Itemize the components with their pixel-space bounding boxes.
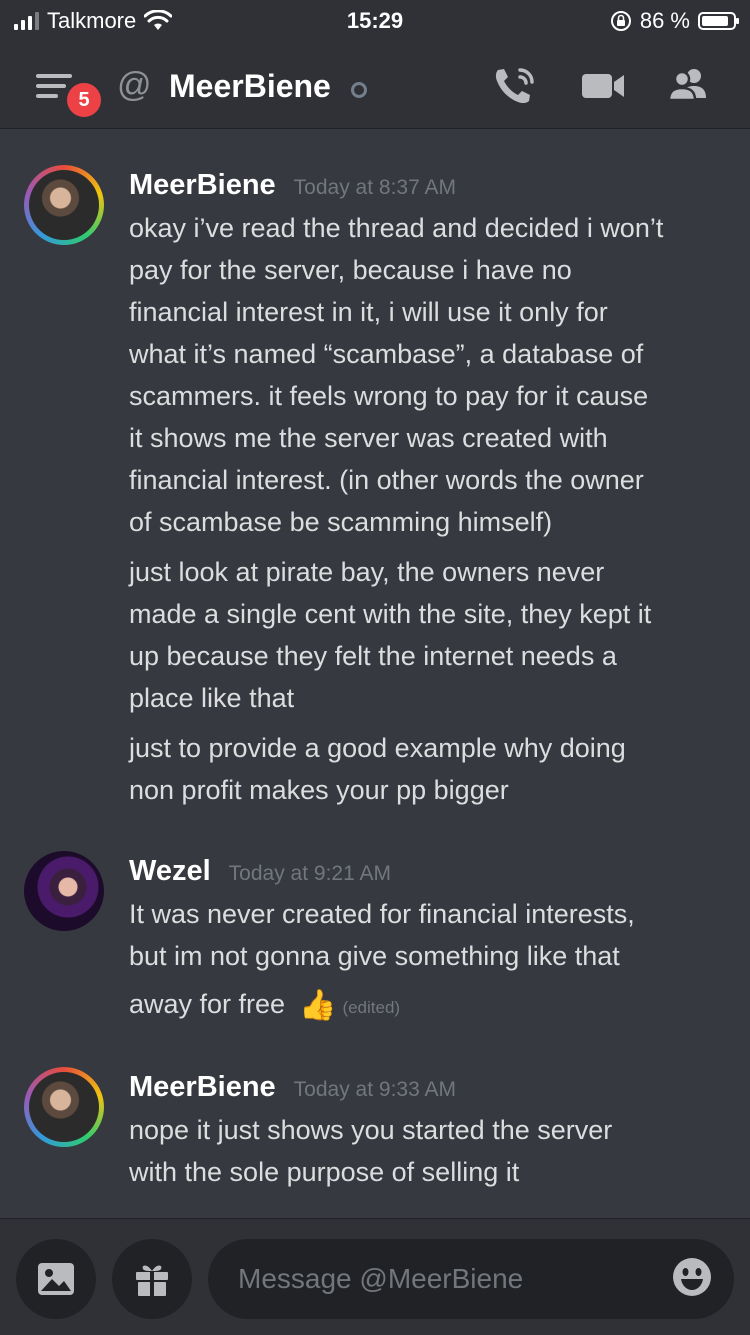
avatar[interactable] xyxy=(24,165,104,245)
edited-label: (edited) xyxy=(342,998,401,1017)
message-text: what it’s named “scambase”, a database o… xyxy=(129,339,644,369)
status-bar: Talkmore 15:29 86 % xyxy=(0,0,750,44)
notification-badge: 5 xyxy=(64,80,104,120)
at-icon: @ xyxy=(117,66,152,104)
message-text: made a single cent with the site, they k… xyxy=(129,599,652,629)
battery-icon xyxy=(698,12,739,30)
author-name[interactable]: MeerBiene xyxy=(129,169,276,202)
message-text: okay i’ve read the thread and decided i … xyxy=(129,213,664,243)
video-icon[interactable] xyxy=(578,64,628,108)
message-text: scammers. it feels wrong to pay for it c… xyxy=(129,381,649,411)
message-text: financial interest. (in other words the … xyxy=(129,465,644,495)
message-text: up because they felt the internet needs … xyxy=(129,641,617,671)
emoji-icon[interactable] xyxy=(672,1257,712,1297)
battery-percentage: 86 % xyxy=(639,8,690,33)
orientation-lock-icon xyxy=(610,11,631,31)
avatar[interactable] xyxy=(24,851,104,931)
message-text: but im not gonna give something like tha… xyxy=(129,941,620,971)
message-list[interactable]: MeerBiene Today at 8:37 AM okay i’ve rea… xyxy=(0,129,750,1218)
author-name[interactable]: Wezel xyxy=(129,855,211,888)
avatar[interactable] xyxy=(24,1067,104,1147)
message-text: place like that xyxy=(129,683,295,713)
channel-title: MeerBiene xyxy=(169,68,331,104)
menu-icon xyxy=(36,74,72,78)
message-text: financial interest in it, i will use it … xyxy=(129,297,608,327)
members-icon[interactable] xyxy=(664,64,714,108)
message-text: with the sole purpose of selling it xyxy=(129,1157,520,1187)
composer-bar: Message @MeerBiene xyxy=(0,1218,750,1335)
message-text-last-line: away for free 👍 (edited) xyxy=(129,977,729,1035)
message-text: it shows me the server was created with xyxy=(129,423,608,453)
image-icon xyxy=(38,1263,74,1295)
message-text: just look at pirate bay, the owners neve… xyxy=(129,557,605,587)
message-input[interactable]: Message @MeerBiene xyxy=(208,1239,734,1319)
channel-header: 5 @ MeerBiene xyxy=(0,44,750,129)
call-icon[interactable] xyxy=(490,64,540,108)
message-text: nope it just shows you started the serve… xyxy=(129,1115,613,1145)
message-text: away for free xyxy=(129,989,286,1019)
author-name[interactable]: MeerBiene xyxy=(129,1071,276,1104)
message-text: just to provide a good example why doing xyxy=(129,733,626,763)
message-timestamp: Today at 9:21 AM xyxy=(228,862,391,885)
message-text: It was never created for financial inter… xyxy=(129,899,635,929)
thumbs-up-icon: 👍 xyxy=(299,989,337,1022)
message-timestamp: Today at 8:37 AM xyxy=(293,176,456,199)
attach-image-button[interactable] xyxy=(16,1239,96,1319)
gift-icon xyxy=(136,1265,168,1296)
message-text: non profit makes your pp bigger xyxy=(129,775,509,805)
message-text: pay for the server, because i have no xyxy=(129,255,572,285)
offline-status-icon xyxy=(351,82,367,98)
message-timestamp: Today at 9:33 AM xyxy=(293,1078,456,1101)
message-text: of scambase be scamming himself) xyxy=(129,507,553,537)
gift-button[interactable] xyxy=(112,1239,192,1319)
